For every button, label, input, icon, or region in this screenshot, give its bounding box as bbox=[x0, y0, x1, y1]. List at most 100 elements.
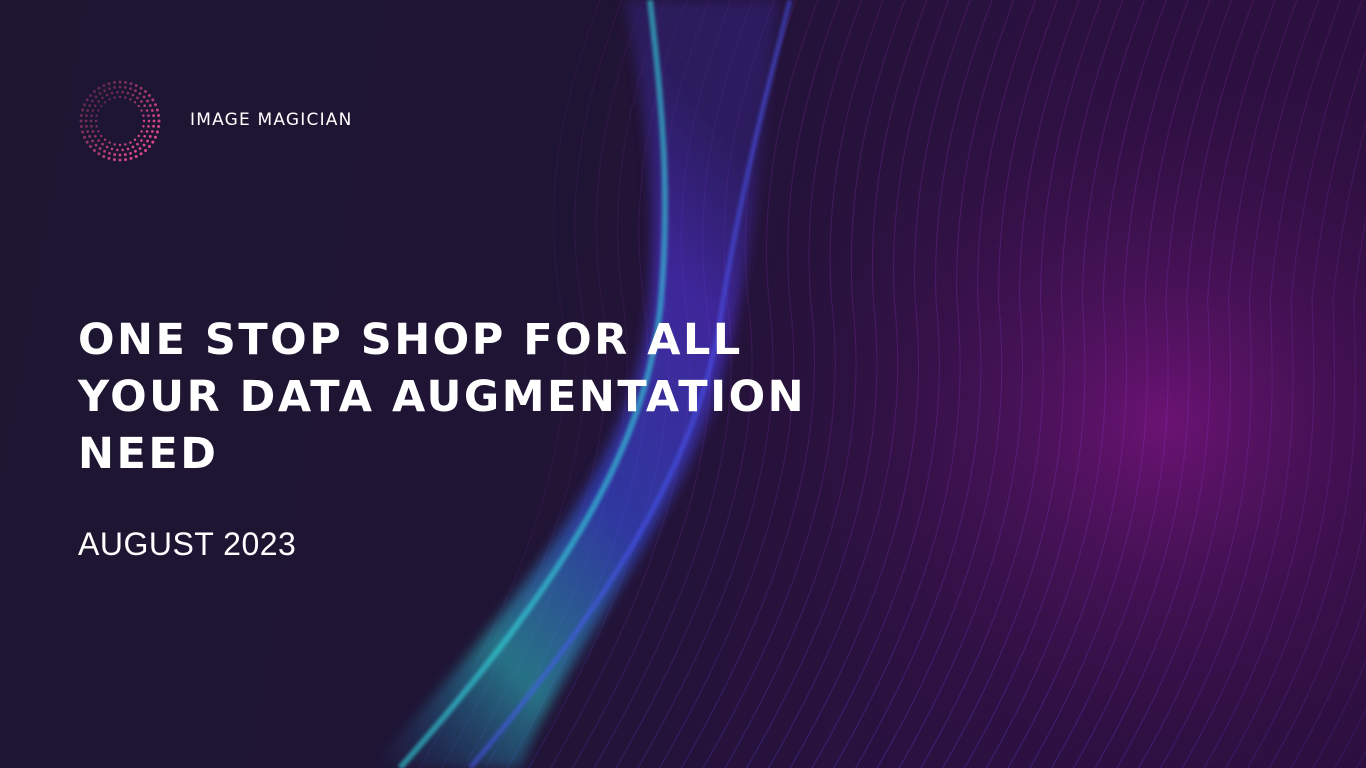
logo-dot bbox=[153, 135, 157, 139]
logo-dot bbox=[152, 119, 156, 123]
logo-dot bbox=[145, 109, 149, 112]
logo-dot bbox=[113, 96, 116, 99]
logo-dot bbox=[83, 135, 87, 139]
headline-line-2: YOUR DATA AUGMENTATION bbox=[78, 372, 807, 422]
logo-dot bbox=[123, 153, 127, 156]
logo-dot bbox=[134, 89, 137, 93]
logo-dot bbox=[89, 93, 93, 97]
logo-dot bbox=[137, 134, 140, 138]
logo-dot bbox=[138, 147, 142, 150]
logo-dot bbox=[92, 90, 96, 94]
logo-dot bbox=[155, 108, 159, 112]
logo-dot bbox=[129, 82, 133, 86]
logo-dot bbox=[124, 80, 128, 84]
logo-dot bbox=[142, 143, 146, 147]
logo-dot bbox=[157, 125, 161, 129]
logo-dot bbox=[148, 104, 152, 107]
logo-dot bbox=[98, 147, 102, 150]
logo-dot bbox=[147, 125, 150, 128]
logo-dot bbox=[118, 158, 122, 162]
logo-dot bbox=[101, 96, 104, 100]
logo-dot bbox=[85, 98, 89, 102]
logo-dot bbox=[134, 154, 138, 158]
headline-line-1: ONE STOP SHOP FOR ALL bbox=[78, 315, 743, 365]
logo-dot bbox=[95, 114, 98, 117]
logo-dot bbox=[157, 119, 161, 123]
logo-dot bbox=[85, 124, 88, 128]
logo-dot bbox=[83, 103, 87, 107]
logo-dot bbox=[142, 95, 146, 99]
logo-dot bbox=[113, 86, 117, 89]
slide-headline: ONE STOP SHOP FOR ALL YOUR DATA AUGMENTA… bbox=[78, 312, 978, 483]
logo-dot bbox=[140, 100, 143, 103]
logo-dot bbox=[147, 114, 150, 117]
logo-dot bbox=[129, 98, 132, 101]
logo-dot bbox=[147, 119, 151, 123]
logo-dot bbox=[92, 148, 96, 152]
logo-dot bbox=[91, 99, 94, 103]
logo-dot bbox=[100, 104, 103, 108]
logo-dot bbox=[118, 85, 122, 89]
logo-dot bbox=[98, 92, 102, 95]
logo-dot bbox=[85, 114, 88, 118]
logo-dot bbox=[94, 95, 98, 99]
logo-dot bbox=[108, 151, 111, 155]
logo-dot bbox=[142, 125, 145, 128]
logo-dot bbox=[108, 98, 111, 101]
logo-dot bbox=[137, 104, 140, 108]
logo-dot bbox=[86, 130, 90, 133]
logo-dot bbox=[89, 119, 93, 123]
logo-dot bbox=[97, 100, 100, 103]
logo-dot bbox=[102, 154, 106, 158]
logo-dot bbox=[144, 90, 148, 94]
logo-dot bbox=[133, 138, 137, 141]
logo-dot bbox=[94, 143, 98, 147]
logo-dot bbox=[151, 140, 155, 144]
logo-dot bbox=[143, 134, 146, 138]
logo-dot bbox=[129, 87, 132, 91]
logo-dot bbox=[118, 95, 122, 99]
logo-dot bbox=[103, 89, 106, 93]
logo-dot bbox=[133, 101, 137, 104]
logo-dot bbox=[146, 99, 149, 103]
logo-dot bbox=[101, 142, 104, 146]
logo-dot bbox=[108, 87, 111, 91]
logo-dot bbox=[110, 147, 114, 151]
logo-dot bbox=[94, 134, 97, 138]
logo-dot bbox=[90, 114, 93, 117]
logo-dot bbox=[118, 153, 122, 157]
logo-dot bbox=[108, 141, 111, 144]
logo-dot bbox=[144, 148, 148, 152]
logo-dot bbox=[147, 93, 151, 97]
logo-dot bbox=[134, 149, 137, 153]
logo-dot bbox=[79, 119, 83, 123]
logo-dot bbox=[136, 142, 139, 146]
logo-dot bbox=[131, 145, 135, 149]
logo-dot bbox=[97, 86, 101, 90]
logo-dot bbox=[107, 156, 111, 160]
logo-dot bbox=[140, 130, 143, 133]
logo-dot bbox=[91, 130, 95, 133]
logo-dot bbox=[112, 158, 116, 162]
logo-dot bbox=[84, 119, 88, 123]
logo-dot bbox=[157, 113, 161, 117]
logo-dot bbox=[147, 145, 151, 149]
logo-dot bbox=[94, 104, 97, 108]
logo-dot bbox=[142, 114, 145, 117]
logo-dot bbox=[79, 125, 83, 129]
logo-dot bbox=[139, 152, 143, 156]
logo-dot bbox=[134, 84, 138, 88]
logo-dot bbox=[102, 84, 106, 88]
logo-dot bbox=[136, 96, 139, 100]
logo-dot bbox=[150, 130, 154, 133]
headline-line-3: NEED bbox=[78, 429, 219, 479]
logo-dot bbox=[129, 151, 132, 155]
logo-dot bbox=[140, 109, 143, 112]
logo-dot bbox=[129, 141, 132, 144]
logo-dot bbox=[146, 139, 149, 143]
logo-dot bbox=[124, 158, 128, 162]
logo-dot bbox=[155, 130, 159, 134]
logo-dot bbox=[88, 135, 92, 138]
logo-dot bbox=[123, 86, 127, 89]
logo-dot bbox=[81, 108, 85, 112]
